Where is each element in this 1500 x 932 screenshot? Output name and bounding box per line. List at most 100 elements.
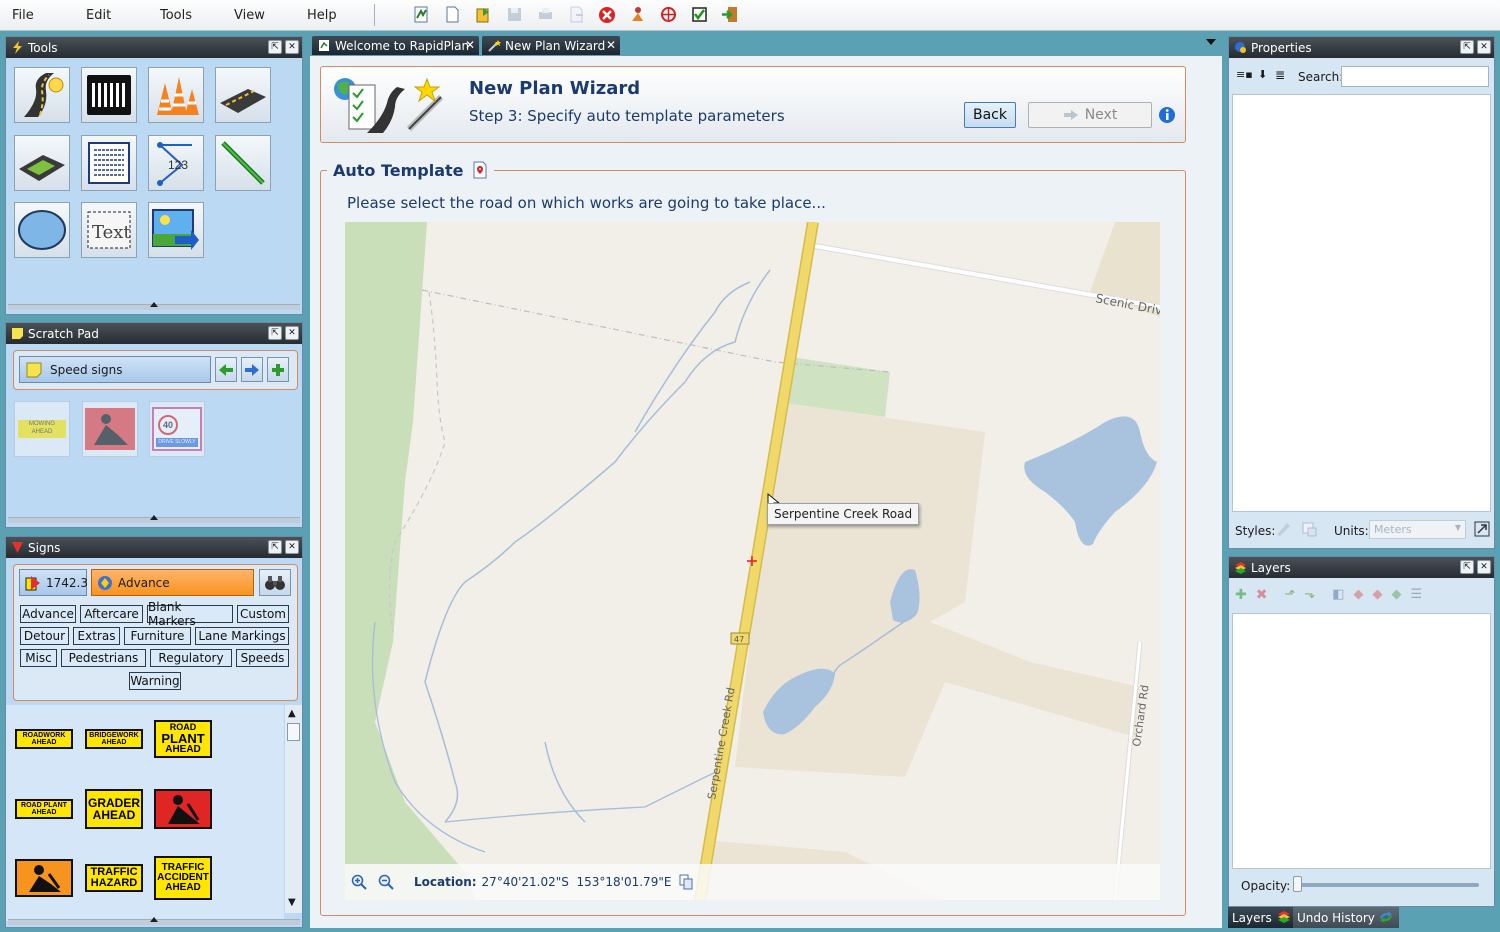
category-blank-markers-button[interactable]: Blank Markers <box>147 600 233 628</box>
category-extras-button[interactable]: Extras <box>73 627 120 645</box>
category-speeds-button[interactable]: Speeds <box>236 649 289 667</box>
new-plan-icon[interactable] <box>412 5 431 24</box>
add-layer-icon[interactable]: ✚ <box>1235 587 1247 603</box>
category-aftercare-button[interactable]: Aftercare <box>80 605 143 623</box>
sign-worker-orange[interactable] <box>15 859 73 897</box>
next-button[interactable]: Next <box>1028 102 1152 128</box>
style-copy-icon[interactable] <box>1301 521 1317 537</box>
sign-bridgework-ahead[interactable]: BRIDGEWORK AHEAD <box>85 729 143 749</box>
tool-dimension[interactable]: 123 <box>148 135 204 191</box>
category-dropdown[interactable]: Advance <box>91 569 254 596</box>
target-icon[interactable] <box>659 5 678 24</box>
category-custom-button[interactable]: Custom <box>237 605 289 623</box>
map-canvas[interactable]: 47 Scenic Drive Serpentine Creek Rd Orch… <box>345 222 1160 900</box>
pin-icon[interactable]: ⇱ <box>268 40 282 54</box>
tool-paving[interactable] <box>14 135 70 191</box>
tab-close-icon[interactable]: ✕ <box>465 38 475 52</box>
scroll-down-icon[interactable]: ▼ <box>288 897 296 908</box>
blank-page-icon[interactable] <box>443 5 462 24</box>
tab-undo-history[interactable]: Undo History <box>1293 907 1399 928</box>
map-view[interactable]: 47 Scenic Drive Serpentine Creek Rd Orch… <box>345 222 1160 900</box>
tab-welcome[interactable]: Welcome to RapidPlan ✕ <box>312 36 479 55</box>
tool-text[interactable]: Text <box>81 202 137 258</box>
scratch-pad-dropdown[interactable]: Speed signs <box>19 356 211 383</box>
tab-close-icon[interactable]: ✕ <box>606 38 616 52</box>
units-dropdown[interactable]: Meters ▼ <box>1369 520 1466 539</box>
category-detour-button[interactable]: Detour <box>20 627 69 645</box>
close-icon[interactable]: ✕ <box>285 326 299 340</box>
close-icon[interactable]: ✕ <box>285 40 299 54</box>
print-icon[interactable] <box>536 5 555 24</box>
tab-layers[interactable]: Layers <box>1228 907 1296 928</box>
close-red-icon[interactable] <box>597 5 616 24</box>
menu-help[interactable]: Help <box>307 8 337 23</box>
scratch-prev-button[interactable] <box>215 357 237 382</box>
category-misc-button[interactable]: Misc <box>20 649 57 667</box>
categorized-sort-icon[interactable]: ≡▪ <box>1236 68 1253 81</box>
back-button[interactable]: Back <box>964 102 1016 128</box>
sign-worker-red[interactable] <box>154 789 212 829</box>
sign-traffic-accident-ahead[interactable]: TRAFFIC ACCIDENT AHEAD <box>154 856 212 900</box>
menu-tools[interactable]: Tools <box>160 8 192 23</box>
category-furniture-button[interactable]: Furniture <box>124 627 191 645</box>
worker-icon[interactable] <box>628 5 647 24</box>
info-icon[interactable] <box>1158 106 1176 124</box>
list-view-icon[interactable]: ≣ <box>1275 68 1285 82</box>
tool-road[interactable] <box>14 67 70 123</box>
sign-roadwork-ahead[interactable]: ROADWORK AHEAD <box>15 729 73 749</box>
sign-grader-ahead[interactable]: GRADER AHEAD <box>85 789 143 829</box>
opacity-slider-track[interactable] <box>1299 883 1479 887</box>
menu-file[interactable]: File <box>12 8 34 23</box>
layer-up-icon[interactable]: ⬏ <box>1284 587 1295 603</box>
sign-road-plant-ahead-small[interactable]: ROAD PLANT AHEAD <box>15 799 73 819</box>
tab-overflow-icon[interactable] <box>1206 39 1216 45</box>
tool-road-segment[interactable] <box>215 67 271 123</box>
close-icon[interactable]: ✕ <box>1477 40 1491 54</box>
open-icon[interactable] <box>474 5 493 24</box>
menu-view[interactable]: View <box>234 8 265 23</box>
scrollbar-thumb[interactable] <box>287 723 300 741</box>
standard-dropdown[interactable]: 1742.3 <box>19 569 88 596</box>
tool-line[interactable] <box>215 135 271 191</box>
tool-image[interactable] <box>148 202 204 258</box>
layer-down-icon[interactable]: ⬎ <box>1304 587 1315 603</box>
pin-icon[interactable]: ⇱ <box>268 540 282 554</box>
layer-list-icon[interactable]: ☰ <box>1411 587 1423 603</box>
scroll-up-icon[interactable]: ▲ <box>288 708 296 719</box>
tool-cones[interactable] <box>148 67 204 123</box>
copy-icon[interactable] <box>679 874 693 890</box>
scratch-item[interactable]: MOWING AHEAD <box>14 401 70 457</box>
sign-list-scrollbar[interactable]: ▲ ▼ <box>285 705 302 913</box>
style-brush-icon[interactable] <box>1275 521 1291 537</box>
scratch-item[interactable]: 40 DRIVE SLOWLY <box>149 401 205 457</box>
category-warning-button[interactable]: Warning <box>129 672 181 690</box>
zoom-in-icon[interactable] <box>351 874 367 890</box>
delete-layer-icon[interactable]: ✖ <box>1256 587 1268 603</box>
scratch-add-button[interactable] <box>267 357 289 382</box>
save-icon[interactable] <box>505 5 524 24</box>
category-lane-markings-button[interactable]: Lane Markings <box>195 627 289 645</box>
tool-crosswalk[interactable] <box>81 67 137 123</box>
tab-new-plan-wizard[interactable]: New Plan Wizard ✕ <box>482 36 620 55</box>
tool-text-block[interactable] <box>81 135 137 191</box>
close-icon[interactable]: ✕ <box>285 540 299 554</box>
pin-icon[interactable]: ⇱ <box>1460 40 1474 54</box>
properties-search-input[interactable] <box>1341 66 1489 87</box>
layer-merge-icon[interactable]: ◧ <box>1332 587 1344 603</box>
tools-panel-gripper[interactable] <box>8 302 300 310</box>
scratch-pad-gripper[interactable] <box>8 515 300 523</box>
category-pedestrians-button[interactable]: Pedestrians <box>61 649 146 667</box>
sign-road-plant-ahead[interactable]: ROAD PLANT AHEAD <box>154 720 212 758</box>
sort-down-icon[interactable]: ⬇ <box>1258 68 1267 81</box>
export-icon[interactable] <box>567 5 586 24</box>
menu-edit[interactable]: Edit <box>86 8 111 23</box>
scratch-next-button[interactable] <box>241 357 263 382</box>
layer-green-icon[interactable]: ◆ <box>1392 587 1402 603</box>
close-icon[interactable]: ✕ <box>1477 560 1491 574</box>
signs-panel-gripper[interactable] <box>8 917 300 925</box>
scratch-item[interactable] <box>82 401 138 457</box>
pin-icon[interactable]: ⇱ <box>1460 560 1474 574</box>
category-advance-button[interactable]: Advance <box>20 605 76 623</box>
expand-icon[interactable] <box>1474 521 1490 537</box>
zoom-out-icon[interactable] <box>378 874 394 890</box>
